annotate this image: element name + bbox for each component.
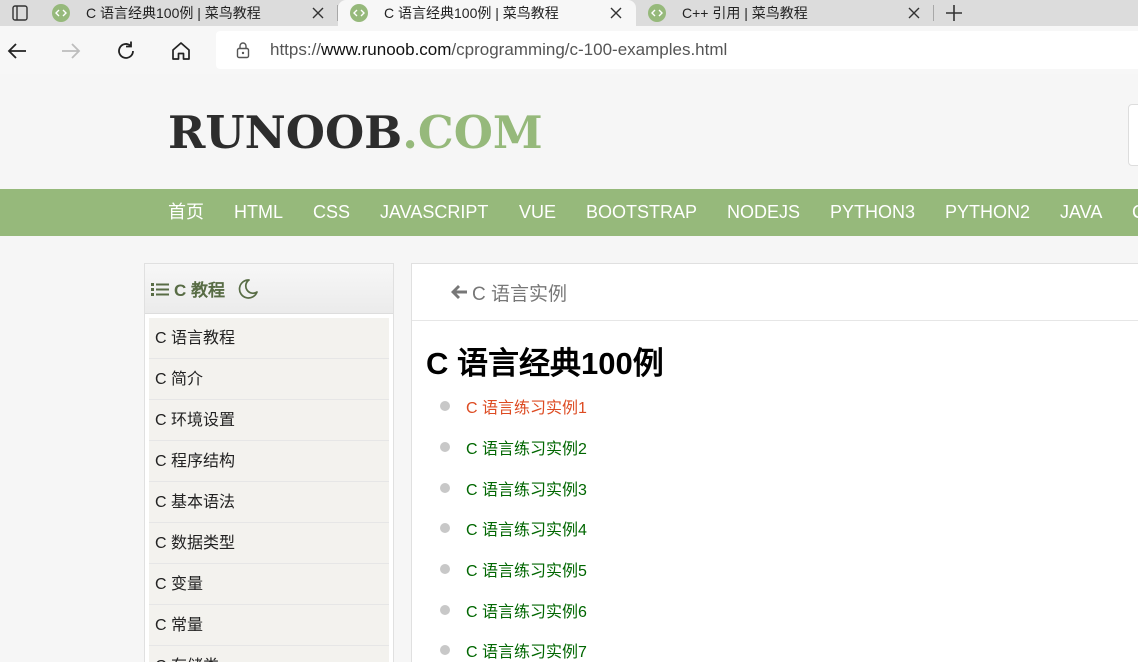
main-nav: 首页 HTML CSS JAVASCRIPT VUE BOOTSTRAP NOD… — [0, 189, 1138, 236]
sidebar-item-c-program-structure[interactable]: C 程序结构 — [149, 441, 389, 482]
runoob-favicon-icon — [648, 4, 666, 22]
list-item: C 语言练习实例7 — [440, 630, 587, 662]
sidebar-item-c-environment[interactable]: C 环境设置 — [149, 400, 389, 441]
browser-toolbar: https://www.runoob.com/cprogramming/c-10… — [0, 26, 1138, 74]
example-link-2[interactable]: C 语言练习实例2 — [466, 435, 587, 459]
forward-button[interactable] — [56, 36, 86, 66]
tab-close-icon[interactable] — [606, 3, 626, 23]
home-icon — [172, 42, 190, 60]
new-tab-button[interactable] — [934, 0, 974, 26]
arrow-left-icon — [451, 285, 467, 299]
example-link-6[interactable]: C 语言练习实例6 — [466, 598, 587, 622]
nav-item-home[interactable]: 首页 — [168, 189, 204, 236]
nav-item-javascript[interactable]: JAVASCRIPT — [380, 189, 488, 236]
sidebar-item-c-tutorial[interactable]: C 语言教程 — [149, 318, 389, 359]
sidebar-item-c-intro[interactable]: C 简介 — [149, 359, 389, 400]
lock-icon[interactable] — [216, 41, 270, 59]
nav-item-vue[interactable]: VUE — [519, 189, 556, 236]
plus-icon — [946, 5, 962, 21]
bullet-icon — [440, 442, 450, 453]
sidebar-item-c-basic-syntax[interactable]: C 基本语法 — [149, 482, 389, 523]
moon-icon[interactable] — [237, 278, 259, 300]
runoob-favicon-icon — [350, 4, 368, 22]
site-logo[interactable]: RUNOOB.COM — [168, 110, 543, 155]
sidebar-header: C 教程 — [145, 264, 393, 314]
search-box[interactable] — [1128, 104, 1138, 166]
arrow-left-icon — [7, 43, 26, 59]
url-path: /cprogramming/c-100-examples.html — [451, 40, 728, 59]
tab-actions-button[interactable] — [0, 0, 40, 26]
browser-tab-1[interactable]: C 语言经典100例 | 菜鸟教程 — [40, 0, 338, 26]
tab-actions-icon — [12, 5, 28, 21]
arrow-right-icon — [62, 43, 81, 59]
list-item: C 语言练习实例1 — [440, 386, 587, 427]
bullet-icon — [440, 523, 450, 534]
page-title: C 语言经典100例 — [426, 346, 664, 381]
tab-title: C 语言经典100例 | 菜鸟教程 — [384, 5, 559, 21]
nav-item-html[interactable]: HTML — [234, 189, 283, 236]
nav-item-c[interactable]: C — [1132, 189, 1138, 236]
list-item: C 语言练习实例2 — [440, 427, 587, 468]
sidebar-item-c-constants[interactable]: C 常量 — [149, 605, 389, 646]
tab-title: C++ 引用 | 菜鸟教程 — [682, 5, 808, 21]
back-button[interactable] — [2, 36, 32, 66]
runoob-favicon-icon — [52, 4, 70, 22]
example-link-5[interactable]: C 语言练习实例5 — [466, 557, 587, 581]
sidebar-item-c-storage-classes[interactable]: C 存储类 — [149, 646, 389, 662]
list-item: C 语言练习实例6 — [440, 589, 587, 630]
example-link-1[interactable]: C 语言练习实例1 — [466, 394, 587, 418]
example-link-4[interactable]: C 语言练习实例4 — [466, 516, 587, 540]
list-item: C 语言练习实例5 — [440, 549, 587, 590]
nav-item-nodejs[interactable]: NODEJS — [727, 189, 800, 236]
logo-main-text: RUNOOB — [168, 106, 403, 159]
sidebar-item-c-variables[interactable]: C 变量 — [149, 564, 389, 605]
example-link-7[interactable]: C 语言练习实例7 — [466, 638, 587, 662]
sidebar-title: C 教程 — [174, 281, 225, 300]
url-text[interactable]: https://www.runoob.com/cprogramming/c-10… — [270, 40, 727, 60]
refresh-icon — [118, 41, 134, 59]
list-item: C 语言练习实例4 — [440, 508, 587, 549]
sidebar-item-c-data-types[interactable]: C 数据类型 — [149, 523, 389, 564]
list-icon — [151, 282, 169, 296]
nav-item-python3[interactable]: PYTHON3 — [830, 189, 915, 236]
site-header: RUNOOB.COM — [0, 74, 1138, 189]
tab-title: C 语言经典100例 | 菜鸟教程 — [86, 5, 261, 21]
bullet-icon — [440, 564, 450, 575]
example-list: C 语言练习实例1 C 语言练习实例2 C 语言练习实例3 C 语言练习实例4 … — [440, 386, 587, 662]
example-link-3[interactable]: C 语言练习实例3 — [466, 476, 587, 500]
tab-strip: C 语言经典100例 | 菜鸟教程 C 语言经典100例 | 菜鸟教程 C++ … — [0, 0, 1138, 26]
nav-item-bootstrap[interactable]: BOOTSTRAP — [586, 189, 697, 236]
back-link[interactable]: C 语言实例 — [450, 279, 567, 306]
bullet-icon — [440, 645, 450, 656]
nav-item-java[interactable]: JAVA — [1060, 189, 1102, 236]
back-link-text: C 语言实例 — [472, 283, 568, 305]
bullet-icon — [440, 482, 450, 493]
nav-item-css[interactable]: CSS — [313, 189, 350, 236]
main-content: C 语言实例 C 语言经典100例 C 语言练习实例1 C 语言练习实例2 C … — [411, 263, 1138, 662]
browser-tab-2[interactable]: C 语言经典100例 | 菜鸟教程 — [338, 0, 636, 26]
browser-tab-3[interactable]: C++ 引用 | 菜鸟教程 — [636, 0, 934, 26]
tab-close-icon[interactable] — [308, 3, 328, 23]
bullet-icon — [440, 604, 450, 615]
nav-item-python2[interactable]: PYTHON2 — [945, 189, 1030, 236]
content-nav: C 语言实例 — [412, 264, 1138, 321]
url-host: www.runoob.com — [321, 40, 452, 59]
list-item: C 语言练习实例3 — [440, 467, 587, 508]
address-bar[interactable]: https://www.runoob.com/cprogramming/c-10… — [216, 31, 1138, 69]
sidebar: C 教程 C 语言教程 C 简介 C 环境设置 C 程序结构 C 基本语法 C … — [144, 263, 394, 662]
sidebar-list: C 语言教程 C 简介 C 环境设置 C 程序结构 C 基本语法 C 数据类型 … — [149, 318, 389, 662]
logo-suffix-text: .COM — [402, 106, 543, 159]
home-button[interactable] — [166, 36, 196, 66]
bullet-icon — [440, 401, 450, 412]
url-prefix: https:// — [270, 40, 322, 59]
refresh-button[interactable] — [111, 36, 141, 66]
tab-close-icon[interactable] — [904, 3, 924, 23]
